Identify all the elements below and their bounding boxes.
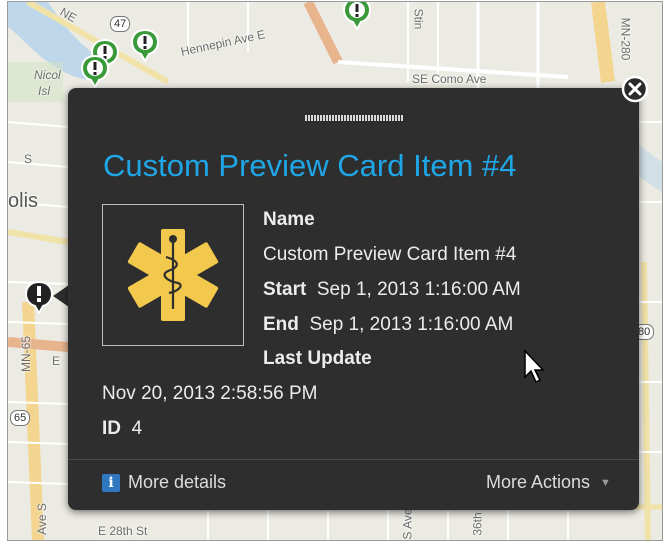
star-of-life-icon: [127, 229, 219, 321]
close-icon[interactable]: [621, 75, 649, 103]
id-label: ID: [102, 418, 121, 439]
map-label-s-ave: S Ave: [400, 508, 415, 540]
info-icon: i: [102, 473, 120, 492]
map-alert-pin[interactable]: [342, 1, 372, 30]
map-frame: NE Hennepin Ave E Nicol Isl SE Como Ave …: [7, 1, 663, 541]
id-value: 4: [131, 418, 143, 439]
start-label: Start: [263, 279, 307, 300]
chevron-down-icon: ▼: [600, 476, 611, 489]
map-alert-pin[interactable]: [80, 54, 110, 88]
map-label-como: SE Como Ave: [412, 72, 487, 86]
name-label: Name: [263, 209, 315, 230]
more-details-label: More details: [128, 472, 227, 492]
map-label-mn280: MN-280: [618, 17, 633, 61]
selected-alert-pin[interactable]: [24, 280, 54, 314]
map-label-s: S: [24, 152, 33, 166]
map-label-city: olis: [8, 190, 39, 212]
more-actions-label: More Actions: [486, 472, 591, 492]
end-label: End: [263, 314, 299, 335]
last-update-value: Nov 20, 2013 2:58:56 PM: [102, 383, 318, 404]
mouse-cursor-icon: [524, 349, 545, 384]
map-label-nicollet: Nicol: [34, 68, 61, 82]
map-label-36th: 36th: [470, 512, 485, 536]
map-label-island: Isl: [38, 84, 50, 98]
more-actions-dropdown[interactable]: More Actions ▼: [486, 472, 611, 493]
end-row: End Sep 1, 2013 1:16:00 AM: [263, 314, 513, 336]
id-row: ID 4: [102, 418, 142, 440]
more-details-link[interactable]: i More details: [102, 472, 226, 493]
map-alert-pin[interactable]: [130, 28, 160, 62]
end-value: Sep 1, 2013 1:16:00 AM: [309, 314, 514, 335]
start-value: Sep 1, 2013 1:16:00 AM: [316, 279, 521, 300]
map-label-mn65: MN-65: [19, 335, 34, 373]
map-label-e: E: [52, 354, 61, 368]
map-label-stin: Stin: [411, 8, 426, 30]
name-value: Custom Preview Card Item #4: [263, 244, 517, 265]
map-label-ave-s: Ave S: [34, 503, 49, 535]
start-row: Start Sep 1, 2013 1:16:00 AM: [263, 279, 521, 301]
popup-pointer: [53, 285, 69, 307]
preview-card-popup: Custom Preview Card Item #4 Name Custom …: [68, 88, 639, 510]
card-thumbnail: [102, 204, 244, 346]
last-update-label: Last Update: [263, 348, 372, 369]
footer-divider: [68, 459, 639, 460]
route-65-shield: 65: [10, 410, 31, 426]
drag-handle[interactable]: [305, 115, 403, 121]
map-label-e28th: E 28th St: [98, 524, 148, 538]
route-47-shield: 47: [110, 16, 131, 32]
card-title: Custom Preview Card Item #4: [103, 148, 517, 183]
